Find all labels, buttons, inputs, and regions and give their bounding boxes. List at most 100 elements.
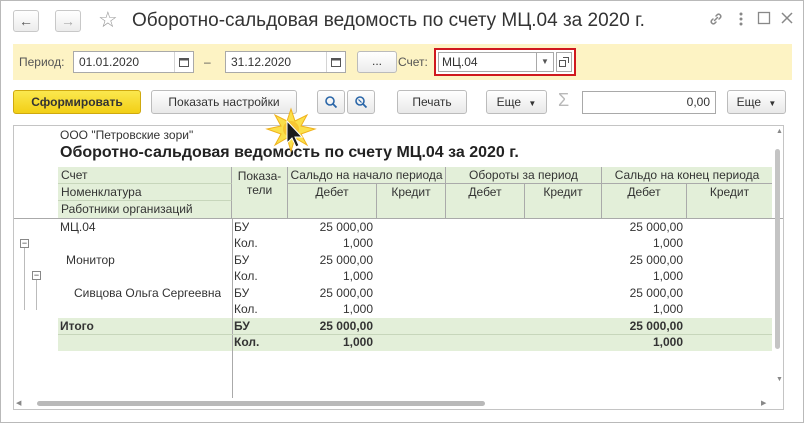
more-button-2-label: Еще [736, 95, 762, 109]
arrow-right-icon: → [61, 13, 75, 29]
search-button[interactable] [317, 90, 345, 114]
row-close-debit-qty: 1,000 [652, 269, 683, 283]
header-turnover: Обороты за период [446, 167, 602, 184]
row-open-debit-bu: 25 000,00 [319, 253, 373, 267]
more-button[interactable]: Еще ▼ [486, 90, 547, 114]
calendar-icon[interactable] [326, 52, 345, 72]
row-nomenclature-name: Монитор [66, 253, 115, 267]
date-to-field[interactable]: 31.12.2020 [225, 51, 346, 73]
header-closing-debit: Дебет [602, 184, 687, 218]
scroll-down-icon[interactable]: ▼ [776, 376, 783, 383]
header-closing: Сальдо на конец периода [602, 167, 772, 184]
horizontal-scrollbar[interactable]: ◀ ▶ [13, 398, 772, 410]
row-close-debit-bu: 25 000,00 [629, 220, 683, 234]
header-turnover-debit: Дебет [446, 184, 525, 218]
row-open-debit-bu: 25 000,00 [319, 220, 373, 234]
period-label: Период: [19, 55, 65, 69]
total-label: Итого [60, 319, 94, 333]
mouse-cursor-icon [263, 107, 319, 160]
row-indicator-qty: Кол. [234, 236, 258, 250]
date-from-value: 01.01.2020 [79, 55, 140, 69]
row-open-debit-bu: 25 000,00 [319, 286, 373, 300]
scroll-left-icon[interactable]: ◀ [16, 399, 21, 407]
date-to-value: 31.12.2020 [231, 55, 292, 69]
arrow-left-icon: ← [19, 13, 33, 29]
more-button-label: Еще [496, 95, 522, 109]
vertical-scrollbar[interactable]: ▲ ▼ [772, 125, 784, 410]
header-indicators: Показа- тели [232, 167, 288, 218]
search-cancel-button[interactable] [347, 90, 375, 114]
calendar-icon[interactable] [174, 52, 193, 72]
row-close-debit-bu: 25 000,00 [629, 286, 683, 300]
row-open-debit-qty: 1,000 [342, 269, 373, 283]
open-icon[interactable] [556, 52, 572, 72]
collapse-icon[interactable]: − [20, 239, 29, 248]
star-icon[interactable]: ☆ [98, 7, 118, 33]
chevron-down-icon: ▼ [768, 99, 777, 108]
date-from-field[interactable]: 01.01.2020 [73, 51, 194, 73]
total-indicator-bu: БУ [234, 319, 250, 333]
back-button[interactable]: ← [13, 10, 39, 32]
org-name: ООО "Петровские зори" [60, 128, 194, 142]
account-label: Счет: [398, 55, 428, 69]
header-opening: Сальдо на начало периода [288, 167, 446, 184]
row-indicator-bu: БУ [234, 220, 250, 234]
search-clear-icon [355, 96, 368, 109]
tree-line [36, 280, 37, 310]
collapse-icon[interactable]: − [32, 271, 41, 280]
forward-button[interactable]: → [55, 10, 81, 32]
row-open-debit-qty: 1,000 [342, 236, 373, 250]
total-open-debit-bu: 25 000,00 [319, 319, 373, 333]
report-window: ← → ☆ Оборотно-сальдовая ведомость по сч… [0, 0, 804, 423]
account-highlight: МЦ.04 ▼ [434, 48, 576, 76]
total-close-debit-qty: 1,000 [652, 335, 683, 349]
account-value: МЦ.04 [442, 55, 478, 69]
search-icon [325, 96, 338, 109]
row-indicator-bu: БУ [234, 286, 250, 300]
header-closing-credit: Кредит [687, 184, 772, 218]
page-title: Оборотно-сальдовая ведомость по счету МЦ… [132, 10, 645, 31]
total-indicator-qty: Кол. [234, 335, 260, 349]
row-indicator-qty: Кол. [234, 302, 258, 316]
total-close-debit-bu: 25 000,00 [629, 319, 683, 333]
row-close-debit-bu: 25 000,00 [629, 253, 683, 267]
row-account-name: МЦ.04 [60, 220, 96, 234]
scroll-right-icon[interactable]: ▶ [761, 399, 766, 407]
row-indicator-qty: Кол. [234, 269, 258, 283]
print-button[interactable]: Печать [397, 90, 467, 114]
title-bar: ← → ☆ Оборотно-сальдовая ведомость по сч… [1, 1, 803, 41]
row-indicator-bu: БУ [234, 253, 250, 267]
sum-field[interactable]: 0,00 [582, 91, 716, 114]
more-vertical-icon[interactable] [738, 11, 744, 32]
sum-value: 0,00 [686, 95, 710, 109]
tree-line [24, 248, 25, 310]
chevron-down-icon: ▼ [528, 99, 537, 108]
row-close-debit-qty: 1,000 [652, 236, 683, 250]
vertical-scroll-thumb[interactable] [775, 149, 780, 349]
header-divider [14, 218, 783, 219]
horizontal-scroll-thumb[interactable] [37, 401, 485, 406]
generate-button[interactable]: Сформировать [13, 90, 141, 114]
period-select-button[interactable]: ... [357, 51, 397, 73]
maximize-icon[interactable] [757, 11, 771, 30]
report-spreadsheet[interactable]: ООО "Петровские зори" Оборотно-сальдовая… [13, 125, 784, 410]
column-separator [232, 218, 233, 398]
header-employees: Работники организаций [58, 201, 232, 218]
more-button-2[interactable]: Еще ▼ [727, 90, 786, 114]
chevron-down-icon[interactable]: ▼ [537, 52, 554, 72]
header-opening-credit: Кредит [377, 184, 446, 218]
total-open-debit-qty: 1,000 [342, 335, 373, 349]
scroll-up-icon[interactable]: ▲ [776, 128, 783, 135]
header-opening-debit: Дебет [288, 184, 377, 218]
header-account: Счет [58, 167, 232, 184]
header-turnover-credit: Кредит [525, 184, 602, 218]
sigma-icon: Σ [558, 90, 570, 110]
date-separator: – [204, 55, 211, 69]
row-open-debit-qty: 1,000 [342, 302, 373, 316]
close-icon[interactable] [780, 11, 794, 30]
row-close-debit-qty: 1,000 [652, 302, 683, 316]
header-nomenclature: Номенклатура [58, 184, 232, 201]
account-field[interactable]: МЦ.04 [438, 52, 537, 72]
link-icon[interactable] [708, 11, 724, 32]
row-employee-name: Сивцова Ольга Сергеевна [74, 286, 222, 300]
